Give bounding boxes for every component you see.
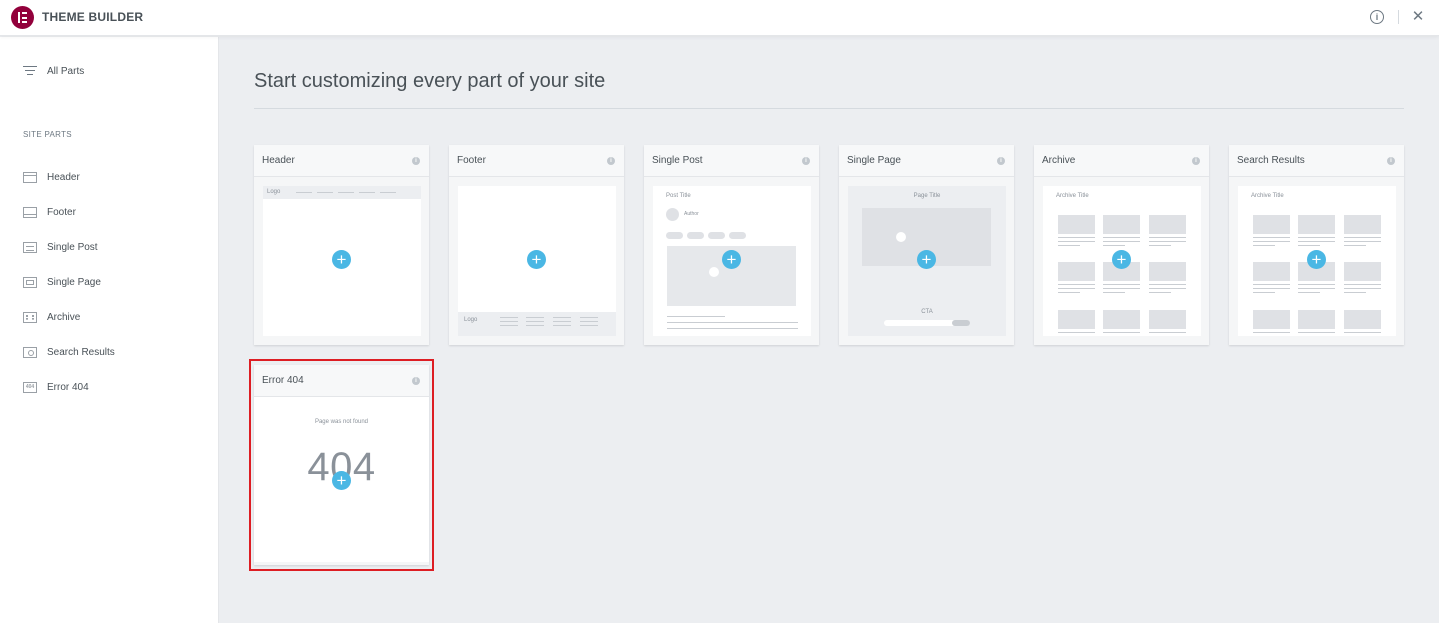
preview-post-title: Post Title — [666, 193, 691, 199]
card-head: Footer i — [449, 145, 624, 177]
sidebar: All Parts SITE PARTS Header Footer Singl… — [0, 37, 219, 623]
filter-icon — [23, 66, 37, 76]
card-title: Single Post — [652, 155, 703, 166]
sidebar-item-label: Single Post — [47, 241, 98, 253]
card-head: Search Results i — [1229, 145, 1404, 177]
all-parts-label: All Parts — [47, 65, 85, 77]
sidebar-item-error-404[interactable]: 404 Error 404 — [23, 380, 89, 394]
sidebar-item-label: Footer — [47, 206, 76, 218]
sidebar-item-single-page[interactable]: Single Page — [23, 275, 101, 289]
sidebar-item-label: Single Page — [47, 276, 101, 288]
sidebar-item-label: Search Results — [47, 346, 115, 358]
footer-icon — [23, 206, 37, 218]
card-single-page[interactable]: Single Page i Page Title CTA + — [839, 145, 1014, 345]
card-search-results[interactable]: Search Results i Archive Title + — [1229, 145, 1404, 345]
info-icon[interactable]: i — [607, 157, 615, 165]
add-single-page-button[interactable]: + — [917, 250, 936, 269]
all-parts-link[interactable]: All Parts — [23, 64, 84, 78]
info-icon[interactable]: i — [1192, 157, 1200, 165]
add-header-button[interactable]: + — [332, 250, 351, 269]
add-footer-button[interactable]: + — [527, 250, 546, 269]
card-head: Single Page i — [839, 145, 1014, 177]
selection-highlight — [249, 359, 434, 571]
close-icon[interactable]: ✕ — [1411, 9, 1425, 24]
sidebar-item-label: Error 404 — [47, 381, 89, 393]
title-divider — [254, 108, 1404, 109]
divider — [1398, 10, 1399, 24]
sidebar-item-label: Archive — [47, 311, 81, 323]
single-post-icon — [23, 241, 37, 253]
card-title: Single Page — [847, 155, 901, 166]
add-single-post-button[interactable]: + — [722, 250, 741, 269]
sidebar-item-single-post[interactable]: Single Post — [23, 240, 98, 254]
app-title: THEME BUILDER — [42, 10, 144, 24]
card-head: Archive i — [1034, 145, 1209, 177]
add-error-404-button[interactable]: + — [332, 471, 351, 490]
info-icon[interactable]: i — [997, 157, 1005, 165]
sidebar-item-label: Header — [47, 171, 80, 183]
card-single-post[interactable]: Single Post i Post Title Author + — [644, 145, 819, 345]
info-icon[interactable]: i — [1387, 157, 1395, 165]
preview-cta: CTA — [921, 309, 933, 315]
sidebar-item-archive[interactable]: Archive — [23, 310, 80, 324]
preview-page-title: Page Title — [913, 193, 941, 199]
card-head: Single Post i — [644, 145, 819, 177]
preview-archive-title: Archive Title — [1056, 193, 1089, 199]
info-icon[interactable]: i — [1370, 10, 1384, 24]
preview-logo: Logo — [464, 317, 478, 323]
card-title: Footer — [457, 155, 486, 166]
add-archive-button[interactable]: + — [1112, 250, 1131, 269]
info-icon[interactable]: i — [802, 157, 810, 165]
card-preview: Logo + — [458, 186, 616, 336]
sidebar-item-search-results[interactable]: Search Results — [23, 345, 115, 359]
sidebar-item-header[interactable]: Header — [23, 170, 80, 184]
archive-icon — [23, 311, 37, 323]
card-archive[interactable]: Archive i Archive Title + — [1034, 145, 1209, 345]
add-search-results-button[interactable]: + — [1307, 250, 1326, 269]
preview-logo: Logo — [267, 189, 281, 195]
page-title: Start customizing every part of your sit… — [254, 70, 606, 92]
error-404-icon: 404 — [23, 381, 37, 393]
card-title: Search Results — [1237, 155, 1305, 166]
card-preview: Page Title CTA + — [848, 186, 1006, 336]
card-footer[interactable]: Footer i Logo + — [449, 145, 624, 345]
info-icon[interactable]: i — [412, 157, 420, 165]
section-title: SITE PARTS — [23, 130, 72, 139]
card-title: Header — [262, 155, 295, 166]
card-head: Header i — [254, 145, 429, 177]
search-results-icon — [23, 346, 37, 358]
card-title: Archive — [1042, 155, 1076, 166]
elementor-logo-icon — [11, 6, 34, 29]
sidebar-item-footer[interactable]: Footer — [23, 205, 76, 219]
card-preview: Post Title Author + — [653, 186, 811, 336]
preview-author: Author — [684, 211, 699, 217]
card-preview: Archive Title + — [1238, 186, 1396, 336]
header-icon — [23, 171, 37, 183]
card-header[interactable]: Header i Logo + — [254, 145, 429, 345]
card-preview: Archive Title + — [1043, 186, 1201, 336]
single-page-icon — [23, 276, 37, 288]
preview-archive-title: Archive Title — [1251, 193, 1284, 199]
top-bar: THEME BUILDER i ✕ — [0, 0, 1439, 36]
card-preview: Logo + — [263, 186, 421, 336]
